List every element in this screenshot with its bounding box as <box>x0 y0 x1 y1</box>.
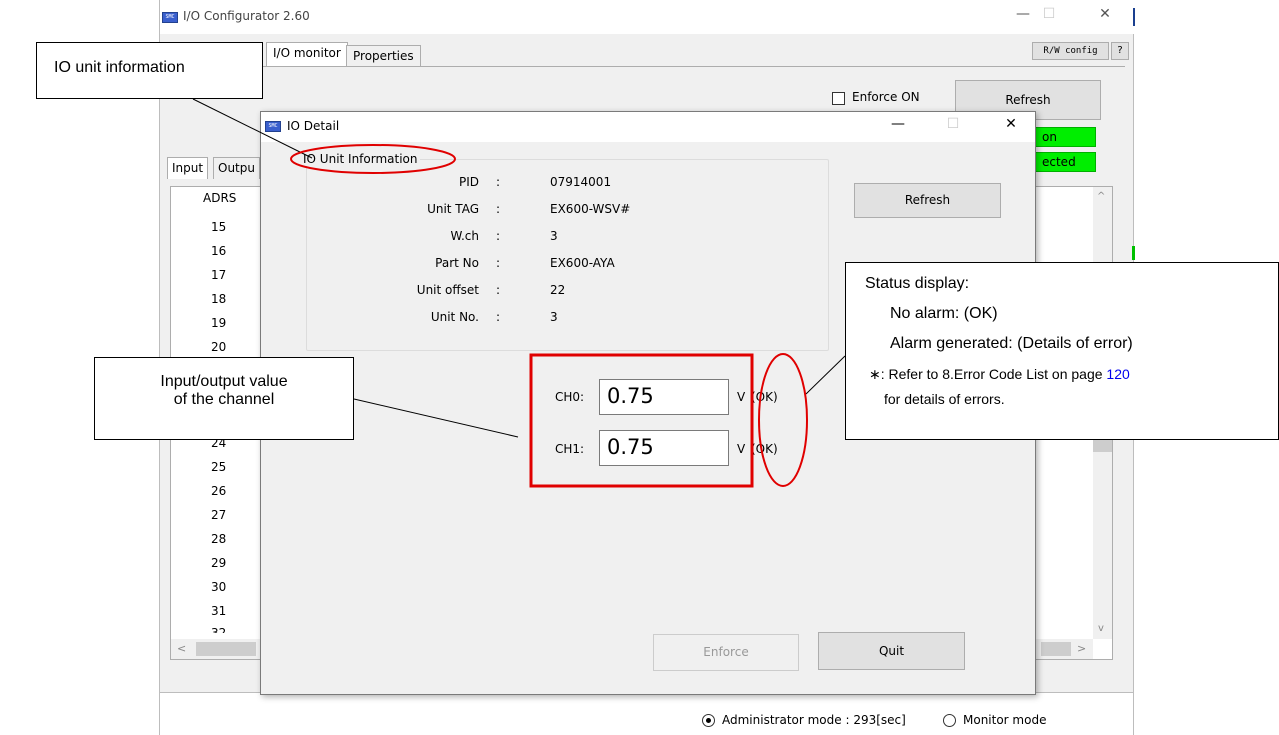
enforce-on-checkbox[interactable] <box>832 92 845 105</box>
field-value-unit-no: 3 <box>550 310 558 324</box>
status-title: Status display: <box>865 275 970 292</box>
ch1-unit: V <box>737 442 746 456</box>
column-header-adrs[interactable]: ADRS <box>203 191 236 205</box>
radio-dot <box>706 718 711 723</box>
field-value-pid: 07914001 <box>550 175 612 189</box>
enforce-button[interactable]: Enforce <box>653 634 799 671</box>
scroll-up-icon[interactable]: ^ <box>1097 191 1105 202</box>
monitor-mode-radio[interactable] <box>943 714 956 727</box>
enforce-on-label: Enforce ON <box>852 90 920 104</box>
status-ok-text: No alarm: (OK) <box>890 305 998 322</box>
field-value-wch: 3 <box>550 229 558 243</box>
status-note-prefix: ∗: Refer to 8.Error Code List on page <box>869 366 1107 382</box>
status-note-page-link[interactable]: 120 <box>1106 366 1129 382</box>
dialog-titlebar: SMC IO Detail — ☐ ✕ <box>261 112 1035 142</box>
tab-divider <box>170 66 1125 67</box>
status-badge: on <box>1035 127 1096 147</box>
hscrollbar-thumb-end[interactable] <box>1041 642 1071 656</box>
ch0-label: CH0: <box>555 390 585 404</box>
tab-output[interactable]: Outpu <box>213 157 260 179</box>
dialog-maximize-icon[interactable]: ☐ <box>933 116 973 132</box>
field-colon: : <box>495 310 501 324</box>
ch0-value-field[interactable]: 0.75 <box>599 379 729 415</box>
callout-io-value: Input/output value of the channel <box>94 357 354 440</box>
callout-status-display: Status display: No alarm: (OK) Alarm gen… <box>845 262 1279 440</box>
field-value-unit-tag: EX600-WSV# <box>550 202 631 216</box>
main-titlebar: SMC I/O Configurator 2.60 — ☐ ✕ <box>160 0 1135 34</box>
field-colon: : <box>495 283 501 297</box>
scroll-left-icon[interactable]: < <box>177 642 186 655</box>
field-label-pid: PID <box>458 175 479 189</box>
callout-io-unit-info: IO unit information <box>36 42 263 99</box>
background-window-edge-green <box>1132 246 1135 260</box>
rw-config-button[interactable]: R/W config <box>1032 42 1109 60</box>
field-value-unit-offset: 22 <box>550 283 566 297</box>
field-colon: : <box>495 229 501 243</box>
dialog-minimize-icon[interactable]: — <box>878 116 918 132</box>
field-colon: : <box>495 202 501 216</box>
status-badge: ected <box>1035 152 1096 172</box>
dialog-refresh-button[interactable]: Refresh <box>854 183 1001 218</box>
callout-io-value-line1: Input/output value <box>160 373 288 390</box>
admin-mode-radio[interactable] <box>702 714 715 727</box>
admin-mode-label: Administrator mode : 293[sec] <box>722 713 906 727</box>
ch1-status: (OK) <box>751 442 778 456</box>
field-label-unit-tag: Unit TAG <box>427 202 479 216</box>
maximize-icon[interactable]: ☐ <box>1029 6 1069 22</box>
field-label-part-no: Part No <box>435 256 479 270</box>
scroll-down-icon[interactable]: v <box>1098 623 1104 634</box>
hscrollbar-thumb[interactable] <box>196 642 256 656</box>
dialog-app-icon: SMC <box>265 121 281 132</box>
ch1-value-field[interactable]: 0.75 <box>599 430 729 466</box>
app-icon: SMC <box>162 12 178 23</box>
dialog-close-icon[interactable]: ✕ <box>991 116 1031 132</box>
dialog-title: IO Detail <box>287 119 340 133</box>
monitor-mode-label: Monitor mode <box>963 713 1047 727</box>
tab-input[interactable]: Input <box>167 157 209 179</box>
tab-properties[interactable]: Properties <box>346 45 421 66</box>
field-label-wch: W.ch <box>450 229 479 243</box>
help-button[interactable]: ? <box>1111 42 1129 60</box>
close-icon[interactable]: ✕ <box>1085 6 1125 22</box>
status-alarm-text: Alarm generated: (Details of error) <box>890 335 1133 352</box>
field-label-unit-offset: Unit offset <box>416 283 479 297</box>
scroll-right-icon[interactable]: > <box>1077 642 1086 655</box>
status-note-line1: ∗: Refer to 8.Error Code List on page 12… <box>869 366 1130 383</box>
field-label-unit-no: Unit No. <box>430 310 479 324</box>
field-colon: : <box>495 175 501 189</box>
groupbox-title: IO Unit Information <box>301 152 420 166</box>
quit-button[interactable]: Quit <box>818 632 965 670</box>
callout-io-value-line2: of the channel <box>173 391 275 408</box>
status-note-line2: for details of errors. <box>884 391 1005 407</box>
background-window-edge <box>1133 8 1135 26</box>
tab-io-monitor[interactable]: I/O monitor <box>266 42 348 66</box>
main-window-title: I/O Configurator 2.60 <box>183 9 310 23</box>
callout-io-unit-info-text: IO unit information <box>54 59 185 76</box>
ch0-status: (OK) <box>751 390 778 404</box>
ch0-unit: V <box>737 390 746 404</box>
ch1-label: CH1: <box>555 442 585 456</box>
field-value-part-no: EX600-AYA <box>550 256 615 270</box>
field-colon: : <box>495 256 501 270</box>
